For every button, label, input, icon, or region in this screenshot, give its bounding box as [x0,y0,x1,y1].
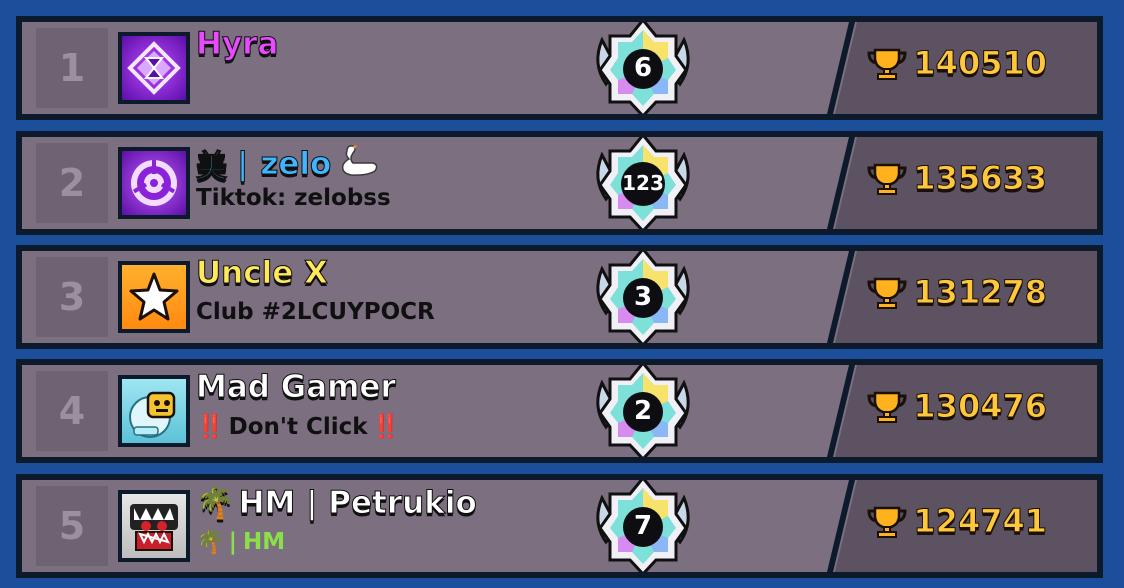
avatar[interactable] [118,147,190,219]
name-prefix: 美 [196,149,228,186]
level-badge: 3 [588,251,698,343]
trophy-value: 124741 [913,502,1048,541]
player-name: Mad Gamer [196,369,397,406]
level-number: 2 [633,396,653,426]
robot-brawler-icon [129,391,176,438]
subtitle-suffix: ‼️ [371,414,401,440]
avatar[interactable] [118,375,190,447]
level-number: 123 [622,171,664,195]
row-panel: 1 Hyra 6 140510 [22,22,1097,114]
trophy-count: 140510 [867,44,1048,83]
player-name-line: Uncle X [196,255,329,292]
level-badge: 2 [588,365,698,457]
player-name-line: 美 | zelo [196,141,381,186]
player-name: zelo [260,145,332,182]
rank-number: 2 [58,161,86,205]
player-name: Hyra [195,26,279,63]
subtitle-prefix: 🌴 [196,529,225,555]
subtitle-separator: | [228,528,238,555]
leaderboard-row-3[interactable]: 3 Uncle X Club #2LCUYPOCR 3 131278 [16,245,1103,349]
row-panel: 4 Mad Gamer ‼️ Don't Click ‼️ 2 130476 [22,365,1097,457]
trophy-count: 135633 [867,159,1048,198]
player-subtitle: Club #2LCUYPOCR [196,299,435,325]
hourglass-diamond-icon [127,41,181,95]
rank-box: 2 [36,143,108,223]
leaderboard-row-2[interactable]: 2 美 | zelo Tiktok: zelobss 123 135633 [16,131,1103,235]
rank-number: 3 [58,275,86,319]
trophy-icon [867,504,907,538]
trophy-count: 124741 [867,502,1048,541]
player-name: HM | Petrukio [238,484,477,521]
avatar-image [122,151,186,215]
row-panel: 5 🌴 HM | Petrukio 🌴 | HM 7 124741 [22,480,1097,572]
avatar[interactable] [118,32,190,104]
rank-box: 1 [36,28,108,108]
name-prefix: 🌴 [196,485,236,522]
trophy-count: 131278 [867,273,1048,312]
leaderboard-row-4[interactable]: 4 Mad Gamer ‼️ Don't Click ‼️ 2 130476 [16,359,1103,463]
row-panel: 2 美 | zelo Tiktok: zelobss 123 135633 [22,137,1097,229]
level-number: 7 [633,511,653,541]
subtitle-text: Tiktok: zelobss [196,185,391,211]
subtitle-text: HM [243,528,286,555]
trophy-icon [867,389,907,423]
trophy-value: 135633 [913,159,1048,198]
trophy-icon [867,46,907,80]
trophy-count: 130476 [867,387,1048,426]
subtitle-text: Club #2LCUYPOCR [196,299,435,325]
player-subtitle: 🌴 | HM [196,528,286,556]
player-name-line: Hyra [195,26,279,63]
player-subtitle: ‼️ Don't Click ‼️ [196,413,401,441]
leaderboard-row-5[interactable]: 5 🌴 HM | Petrukio 🌴 | HM 7 124741 [16,474,1103,578]
trophy-value: 130476 [913,387,1048,426]
swan-icon [337,143,381,185]
rank-box: 5 [36,486,108,566]
row-panel: 3 Uncle X Club #2LCUYPOCR 3 131278 [22,251,1097,343]
level-badge: 6 [588,22,698,114]
player-subtitle: Tiktok: zelobss [196,185,391,211]
circular-emblem-icon [131,160,177,206]
rank-number: 5 [58,504,86,548]
subtitle-prefix: ‼️ [196,414,225,440]
rank-number: 1 [58,46,86,90]
avatar-image [122,379,186,443]
rank-box: 3 [36,257,108,337]
level-number: 6 [633,53,653,83]
level-number: 3 [633,282,653,312]
avatar-image [122,494,186,558]
level-badge: 123 [588,137,698,229]
avatar[interactable] [118,261,190,333]
trophy-icon [867,275,907,309]
shark-brawler-icon [130,504,178,551]
avatar-image [122,36,186,100]
subtitle-text: Don't Click [228,413,368,440]
avatar[interactable] [118,490,190,562]
trophy-icon [867,161,907,195]
level-badge: 7 [588,480,698,572]
player-name-line: Mad Gamer [196,369,397,406]
rank-box: 4 [36,371,108,451]
trophy-value: 131278 [913,273,1048,312]
star-icon [129,272,179,321]
player-name: Uncle X [196,255,329,292]
avatar-image [122,265,186,329]
player-name-line: 🌴 HM | Petrukio [196,484,478,522]
leaderboard-row-1[interactable]: 1 Hyra 6 140510 [16,16,1103,120]
name-separator: | [236,145,249,182]
trophy-value: 140510 [913,44,1048,83]
rank-number: 4 [58,389,86,433]
